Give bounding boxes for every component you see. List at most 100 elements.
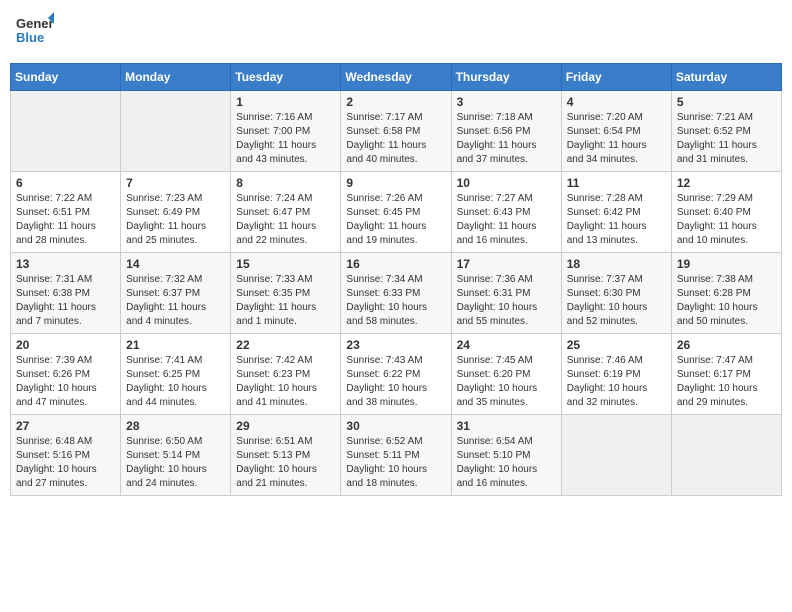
day-cell: 16 Sunrise: 7:34 AM Sunset: 6:33 PM Dayli… — [341, 253, 451, 334]
day-cell: 5 Sunrise: 7:21 AM Sunset: 6:52 PM Daylig… — [671, 91, 781, 172]
day-info: Sunrise: 7:16 AM Sunset: 7:00 PM Dayligh… — [236, 111, 335, 167]
day-info: Sunrise: 7:42 AM Sunset: 6:23 PM Dayligh… — [236, 354, 335, 410]
day-cell: 14 Sunrise: 7:32 AM Sunset: 6:37 PM Dayli… — [121, 253, 231, 334]
day-cell: 2 Sunrise: 7:17 AM Sunset: 6:58 PM Daylig… — [341, 91, 451, 172]
day-info: Sunrise: 6:52 AM Sunset: 5:11 PM Dayligh… — [346, 435, 445, 491]
day-cell: 11 Sunrise: 7:28 AM Sunset: 6:42 PM Dayli… — [561, 172, 671, 253]
day-info: Sunrise: 7:21 AM Sunset: 6:52 PM Dayligh… — [677, 111, 776, 167]
day-cell: 15 Sunrise: 7:33 AM Sunset: 6:35 PM Dayli… — [231, 253, 341, 334]
day-info: Sunrise: 7:22 AM Sunset: 6:51 PM Dayligh… — [16, 192, 115, 248]
column-header-monday: Monday — [121, 64, 231, 91]
day-info: Sunrise: 7:31 AM Sunset: 6:38 PM Dayligh… — [16, 273, 115, 329]
day-number: 2 — [346, 95, 445, 109]
day-cell: 18Sunrise: 7:37 AM Sunset: 6:30 PM Dayli… — [561, 253, 671, 334]
day-info: Sunrise: 7:38 AM Sunset: 6:28 PM Dayligh… — [677, 273, 776, 329]
day-number: 15 — [236, 257, 335, 271]
day-cell: 26 Sunrise: 7:47 AM Sunset: 6:17 PM Dayli… — [671, 334, 781, 415]
day-cell — [561, 415, 671, 496]
week-row-3: 13 Sunrise: 7:31 AM Sunset: 6:38 PM Dayli… — [11, 253, 782, 334]
day-info: Sunrise: 7:29 AM Sunset: 6:40 PM Dayligh… — [677, 192, 776, 248]
day-info: Sunrise: 7:20 AM Sunset: 6:54 PM Dayligh… — [567, 111, 666, 167]
column-header-friday: Friday — [561, 64, 671, 91]
svg-text:Blue: Blue — [16, 30, 44, 45]
day-cell: 21 Sunrise: 7:41 AM Sunset: 6:25 PM Dayli… — [121, 334, 231, 415]
day-number: 17 — [457, 257, 556, 271]
day-number: 29 — [236, 419, 335, 433]
day-number: 14 — [126, 257, 225, 271]
day-cell: 19Sunrise: 7:38 AM Sunset: 6:28 PM Dayli… — [671, 253, 781, 334]
day-info: Sunrise: 7:32 AM Sunset: 6:37 PM Dayligh… — [126, 273, 225, 329]
day-cell: 17 Sunrise: 7:36 AM Sunset: 6:31 PM Dayli… — [451, 253, 561, 334]
day-cell: 8 Sunrise: 7:24 AM Sunset: 6:47 PM Daylig… — [231, 172, 341, 253]
week-row-5: 27 Sunrise: 6:48 AM Sunset: 5:16 PM Dayli… — [11, 415, 782, 496]
day-number: 7 — [126, 176, 225, 190]
day-cell: 10 Sunrise: 7:27 AM Sunset: 6:43 PM Dayli… — [451, 172, 561, 253]
day-cell: 27 Sunrise: 6:48 AM Sunset: 5:16 PM Dayli… — [11, 415, 121, 496]
day-cell — [671, 415, 781, 496]
day-info: Sunrise: 7:36 AM Sunset: 6:31 PM Dayligh… — [457, 273, 556, 329]
day-number: 24 — [457, 338, 556, 352]
day-number: 3 — [457, 95, 556, 109]
day-number: 12 — [677, 176, 776, 190]
column-header-sunday: Sunday — [11, 64, 121, 91]
day-info: Sunrise: 7:33 AM Sunset: 6:35 PM Dayligh… — [236, 273, 335, 329]
day-info: Sunrise: 7:17 AM Sunset: 6:58 PM Dayligh… — [346, 111, 445, 167]
day-info: Sunrise: 6:48 AM Sunset: 5:16 PM Dayligh… — [16, 435, 115, 491]
day-info: Sunrise: 6:50 AM Sunset: 5:14 PM Dayligh… — [126, 435, 225, 491]
day-info: Sunrise: 7:45 AM Sunset: 6:20 PM Dayligh… — [457, 354, 556, 410]
day-number: 8 — [236, 176, 335, 190]
day-number: 18 — [567, 257, 666, 271]
day-number: 23 — [346, 338, 445, 352]
day-number: 10 — [457, 176, 556, 190]
day-cell: 13 Sunrise: 7:31 AM Sunset: 6:38 PM Dayli… — [11, 253, 121, 334]
day-number: 5 — [677, 95, 776, 109]
day-cell: 6Sunrise: 7:22 AM Sunset: 6:51 PM Daylig… — [11, 172, 121, 253]
day-info: Sunrise: 7:34 AM Sunset: 6:33 PM Dayligh… — [346, 273, 445, 329]
day-number: 4 — [567, 95, 666, 109]
day-number: 25 — [567, 338, 666, 352]
day-info: Sunrise: 7:23 AM Sunset: 6:49 PM Dayligh… — [126, 192, 225, 248]
day-cell: 12 Sunrise: 7:29 AM Sunset: 6:40 PM Dayli… — [671, 172, 781, 253]
day-number: 13 — [16, 257, 115, 271]
column-header-wednesday: Wednesday — [341, 64, 451, 91]
day-cell: 20 Sunrise: 7:39 AM Sunset: 6:26 PM Dayli… — [11, 334, 121, 415]
column-header-tuesday: Tuesday — [231, 64, 341, 91]
day-info: Sunrise: 7:27 AM Sunset: 6:43 PM Dayligh… — [457, 192, 556, 248]
day-info: Sunrise: 6:51 AM Sunset: 5:13 PM Dayligh… — [236, 435, 335, 491]
day-info: Sunrise: 6:54 AM Sunset: 5:10 PM Dayligh… — [457, 435, 556, 491]
day-number: 31 — [457, 419, 556, 433]
day-cell — [121, 91, 231, 172]
calendar-table: SundayMondayTuesdayWednesdayThursdayFrid… — [10, 63, 782, 496]
day-number: 20 — [16, 338, 115, 352]
day-number: 1 — [236, 95, 335, 109]
day-info: Sunrise: 7:47 AM Sunset: 6:17 PM Dayligh… — [677, 354, 776, 410]
day-cell: 28 Sunrise: 6:50 AM Sunset: 5:14 PM Dayli… — [121, 415, 231, 496]
day-number: 26 — [677, 338, 776, 352]
page-header: General Blue — [10, 10, 782, 55]
day-info: Sunrise: 7:24 AM Sunset: 6:47 PM Dayligh… — [236, 192, 335, 248]
day-number: 21 — [126, 338, 225, 352]
day-number: 11 — [567, 176, 666, 190]
day-number: 9 — [346, 176, 445, 190]
day-info: Sunrise: 7:43 AM Sunset: 6:22 PM Dayligh… — [346, 354, 445, 410]
week-row-4: 20 Sunrise: 7:39 AM Sunset: 6:26 PM Dayli… — [11, 334, 782, 415]
logo-image: General Blue — [14, 10, 54, 55]
day-cell — [11, 91, 121, 172]
day-number: 27 — [16, 419, 115, 433]
day-cell: 29 Sunrise: 6:51 AM Sunset: 5:13 PM Dayli… — [231, 415, 341, 496]
day-info: Sunrise: 7:26 AM Sunset: 6:45 PM Dayligh… — [346, 192, 445, 248]
day-info: Sunrise: 7:41 AM Sunset: 6:25 PM Dayligh… — [126, 354, 225, 410]
day-cell: 7 Sunrise: 7:23 AM Sunset: 6:49 PM Daylig… — [121, 172, 231, 253]
day-cell: 24 Sunrise: 7:45 AM Sunset: 6:20 PM Dayli… — [451, 334, 561, 415]
day-cell: 31 Sunrise: 6:54 AM Sunset: 5:10 PM Dayli… — [451, 415, 561, 496]
day-number: 16 — [346, 257, 445, 271]
week-row-1: 1 Sunrise: 7:16 AM Sunset: 7:00 PM Daylig… — [11, 91, 782, 172]
header-row: SundayMondayTuesdayWednesdayThursdayFrid… — [11, 64, 782, 91]
day-info: Sunrise: 7:39 AM Sunset: 6:26 PM Dayligh… — [16, 354, 115, 410]
day-cell: 23 Sunrise: 7:43 AM Sunset: 6:22 PM Dayli… — [341, 334, 451, 415]
day-cell: 1 Sunrise: 7:16 AM Sunset: 7:00 PM Daylig… — [231, 91, 341, 172]
day-info: Sunrise: 7:28 AM Sunset: 6:42 PM Dayligh… — [567, 192, 666, 248]
day-number: 30 — [346, 419, 445, 433]
day-cell: 3Sunrise: 7:18 AM Sunset: 6:56 PM Daylig… — [451, 91, 561, 172]
day-number: 28 — [126, 419, 225, 433]
